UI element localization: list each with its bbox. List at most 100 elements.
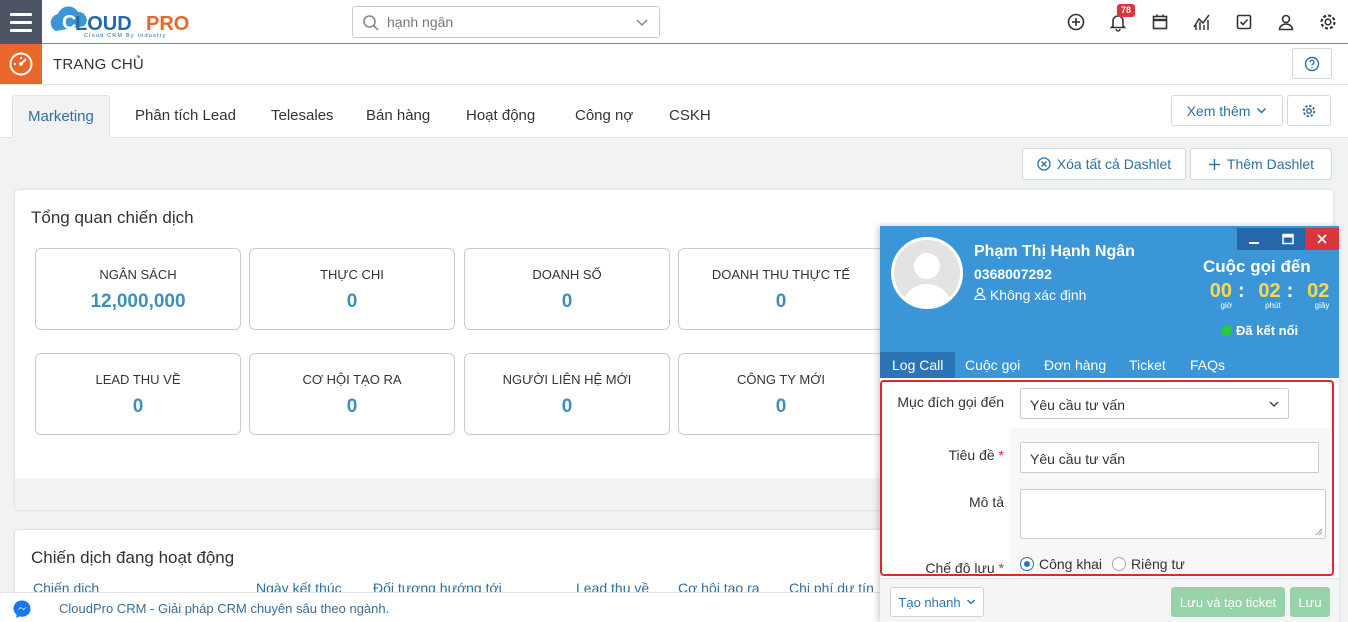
user-icon <box>974 287 986 301</box>
stat-value: 0 <box>346 291 358 312</box>
card-title: Tổng quan chiến dịch <box>31 208 194 227</box>
question-icon <box>1304 56 1320 71</box>
calendar-icon[interactable] <box>1150 12 1170 32</box>
stat-label: NGƯỜI LIÊN HỆ MỚI <box>502 372 632 387</box>
chart-icon[interactable] <box>1192 12 1212 32</box>
footer-text: CloudPro CRM - Giải pháp CRM chuyên sâu … <box>59 601 390 616</box>
purpose-value: Yêu cầu tư vấn <box>1030 397 1125 413</box>
stat-value: 0 <box>775 291 787 312</box>
description-textarea[interactable] <box>1020 489 1326 539</box>
chevron-down-icon <box>1269 401 1279 408</box>
page-footer: CloudPro CRM - Giải pháp CRM chuyên sâu … <box>0 592 880 622</box>
caller-name[interactable]: Phạm Thị Hạnh Ngân <box>974 243 1135 261</box>
timer-seconds-label: giây <box>1314 301 1330 310</box>
app-logo[interactable]: C LOUD PRO Cloud CRM By Industry <box>48 5 208 39</box>
call-header: Phạm Thị Hạnh Ngân 0368007292 Không xác … <box>880 226 1339 378</box>
tab-sales[interactable]: Bán hàng <box>351 95 445 138</box>
user-icon[interactable] <box>1276 12 1296 32</box>
stat-value: 0 <box>132 396 144 417</box>
more-tabs-label: Xem thêm <box>1186 102 1251 119</box>
stat-label: THỰC CHI <box>320 267 384 282</box>
clear-dashlets-label: Xóa tất cả Dashlet <box>1056 156 1172 172</box>
timer-hours-label: giờ <box>1220 301 1232 310</box>
radio-button[interactable] <box>1112 557 1126 571</box>
tab-debt[interactable]: Công nợ <box>560 95 648 138</box>
tab-calls[interactable]: Cuộc gọi <box>953 352 1032 378</box>
tab-customer-care[interactable]: CSKH <box>654 95 726 138</box>
messenger-icon[interactable] <box>12 599 32 619</box>
gear-icon[interactable] <box>1318 12 1338 32</box>
add-dashlet-label: Thêm Dashlet <box>1226 156 1315 172</box>
gear-icon <box>1302 104 1316 117</box>
radio-public[interactable]: Công khai <box>1020 556 1102 572</box>
tab-log-call[interactable]: Log Call <box>880 352 956 378</box>
call-state: Cuộc gọi đến <box>1203 257 1311 276</box>
help-button[interactable] <box>1292 48 1332 79</box>
search-icon <box>363 15 379 31</box>
stat-sales: DOANH SỐ 0 <box>464 248 670 330</box>
tab-activities[interactable]: Hoạt động <box>451 95 550 138</box>
close-button[interactable] <box>1305 228 1339 250</box>
tab-settings-button[interactable] <box>1287 95 1331 126</box>
dashboard-tabs: Marketing Phân tích Lead Telesales Bán h… <box>0 85 1348 138</box>
page-title: TRANG CHỦ <box>53 56 144 73</box>
popup-footer: Tạo nhanh Lưu và tạo ticket Lưu <box>880 578 1339 622</box>
notification-badge: 78 <box>1117 4 1136 17</box>
dashboard-icon <box>0 44 42 84</box>
stat-value: 0 <box>561 396 573 417</box>
purpose-label: Mục đích gọi đến <box>897 394 1004 410</box>
stat-opportunities: CƠ HỘI TẠO RA 0 <box>249 353 455 435</box>
title-input[interactable]: Yêu cầu tư vấn <box>1020 442 1319 473</box>
minimize-icon <box>1249 242 1259 244</box>
stat-label: CÔNG TY MỚI <box>737 372 825 387</box>
stat-label: CƠ HỘI TẠO RA <box>302 372 402 387</box>
stat-label: NGÂN SÁCH <box>99 267 177 282</box>
menu-icon[interactable] <box>0 0 42 44</box>
chevron-down-icon[interactable] <box>635 16 649 30</box>
plus-circle-icon[interactable] <box>1066 12 1086 32</box>
radio-public-label: Công khai <box>1039 556 1103 572</box>
quick-create-dropdown[interactable]: Tạo nhanh <box>890 587 984 617</box>
quick-create-label: Tạo nhanh <box>898 594 961 610</box>
clear-dashlets-button[interactable]: Xóa tất cả Dashlet <box>1022 148 1186 180</box>
svg-text:Cloud CRM By Industry: Cloud CRM By Industry <box>84 33 167 39</box>
radio-private[interactable]: Riêng tư <box>1112 556 1185 572</box>
timer-seconds: 02 <box>1307 280 1330 302</box>
stat-value: 0 <box>346 396 358 417</box>
more-tabs-dropdown[interactable]: Xem thêm <box>1171 95 1283 126</box>
stat-actual-revenue: DOANH THU THỰC TẾ 0 <box>678 248 884 330</box>
save-and-create-ticket-button[interactable]: Lưu và tạo ticket <box>1171 587 1285 617</box>
tab-marketing[interactable]: Marketing <box>12 95 110 138</box>
timer-minutes: 02 <box>1258 280 1281 302</box>
purpose-select[interactable]: Yêu cầu tư vấn <box>1020 388 1289 419</box>
add-dashlet-button[interactable]: Thêm Dashlet <box>1190 148 1332 180</box>
stat-label: DOANH THU THỰC TẾ <box>711 267 851 282</box>
maximize-icon <box>1282 233 1294 245</box>
tab-ticket[interactable]: Ticket <box>1117 352 1178 378</box>
svg-text:PRO: PRO <box>146 13 189 35</box>
chevron-down-icon <box>966 599 975 605</box>
resize-handle-icon[interactable] <box>1315 528 1323 536</box>
minimize-button[interactable] <box>1237 228 1271 250</box>
caller-owner: Không xác định <box>974 287 1086 303</box>
tab-lead-analysis[interactable]: Phân tích Lead <box>120 95 251 138</box>
connection-status: Đã kết nối <box>1221 323 1298 338</box>
plus-icon <box>1208 158 1220 170</box>
search-input[interactable] <box>387 11 627 33</box>
tab-telesales[interactable]: Telesales <box>256 95 349 138</box>
global-search[interactable] <box>352 6 660 38</box>
maximize-button[interactable] <box>1271 228 1305 250</box>
timer-minutes-label: phút <box>1265 301 1281 310</box>
save-mode-label: Chế độ lưu * <box>925 560 1004 576</box>
save-button[interactable]: Lưu <box>1290 587 1330 617</box>
stat-new-contacts: NGƯỜI LIÊN HỆ MỚI 0 <box>464 353 670 435</box>
status-dot <box>1221 325 1232 336</box>
avatar <box>891 237 963 309</box>
tab-orders[interactable]: Đơn hàng <box>1032 352 1118 378</box>
log-call-form: Mục đích gọi đến Yêu cầu tư vấn Tiêu đề … <box>880 380 1334 576</box>
caller-phone: 0368007292 <box>974 266 1052 282</box>
tab-faqs[interactable]: FAQs <box>1178 352 1237 378</box>
checkbox-icon[interactable] <box>1234 12 1254 32</box>
owner-label: Không xác định <box>989 287 1087 303</box>
radio-button[interactable] <box>1020 557 1034 571</box>
